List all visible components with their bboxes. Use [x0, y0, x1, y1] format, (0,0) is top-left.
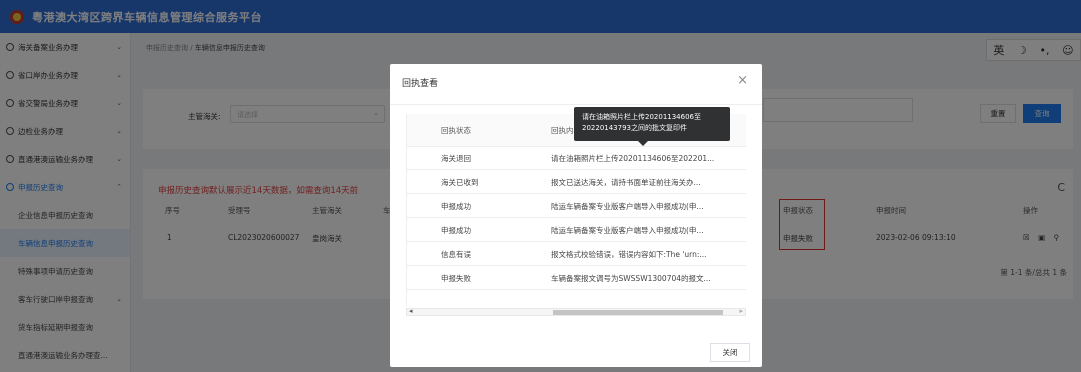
table-row: 申报失败 车辆备案报文调号为SWSSW1300704的报文...: [407, 267, 746, 290]
receipt-content[interactable]: 陆运车辆备案专业版客户端导入申报成功(申...: [551, 201, 746, 212]
receipt-status: 信息有误: [441, 249, 471, 259]
receipt-table: 回执状态 回执内容 海关退回 请在油箱照片栏上传20201134606至20220…: [406, 114, 746, 306]
receipt-status: 申报成功: [441, 201, 471, 211]
receipt-content[interactable]: 车辆备案报文调号为SWSSW1300704的报文...: [551, 273, 746, 284]
scrollbar-thumb[interactable]: [553, 310, 723, 315]
receipt-status: 海关已收到: [441, 177, 479, 187]
scroll-right-icon[interactable]: ▸: [739, 307, 743, 315]
table-row: 申报成功 陆运车辆备案专业版客户端导入申报成功(申...: [407, 219, 746, 242]
table-row: 信息有误 报文格式校验错误，错误内容如下:The 'urn:...: [407, 243, 746, 266]
receipt-status: 申报失败: [441, 273, 471, 283]
receipt-status: 海关退回: [441, 153, 471, 163]
receipt-content[interactable]: 报文已送达海关，请持书面单证前往海关办...: [551, 177, 746, 188]
col-receipt-status: 回执状态: [441, 125, 471, 135]
horizontal-scrollbar[interactable]: ◂ ▸: [406, 307, 746, 316]
divider: [390, 104, 762, 105]
tooltip-line1: 请在油箱照片栏上传20201134606至: [582, 113, 701, 121]
receipt-content[interactable]: 陆运车辆备案专业版客户端导入申报成功(申...: [551, 225, 746, 236]
table-row: 海关退回 请在油箱照片栏上传20201134606至202201...: [407, 147, 746, 170]
tooltip: 请在油箱照片栏上传20201134606至 20220143793之间的批文复印…: [574, 107, 730, 146]
tooltip-line2: 20220143793之间的批文复印件: [582, 124, 687, 132]
scroll-left-icon[interactable]: ◂: [409, 307, 413, 315]
modal-title: 回执查看: [402, 79, 439, 89]
receipt-content[interactable]: 报文格式校验错误，错误内容如下:The 'urn:...: [551, 249, 746, 260]
receipt-status: 申报成功: [441, 225, 471, 235]
close-button[interactable]: 关闭: [710, 343, 750, 362]
receipt-content[interactable]: 请在油箱照片栏上传20201134606至202201...: [551, 153, 746, 164]
close-icon[interactable]: ×: [737, 73, 748, 88]
table-row: 申报成功 陆运车辆备案专业版客户端导入申报成功(申...: [407, 195, 746, 218]
table-row: 海关已收到 报文已送达海关，请持书面单证前往海关办...: [407, 171, 746, 194]
